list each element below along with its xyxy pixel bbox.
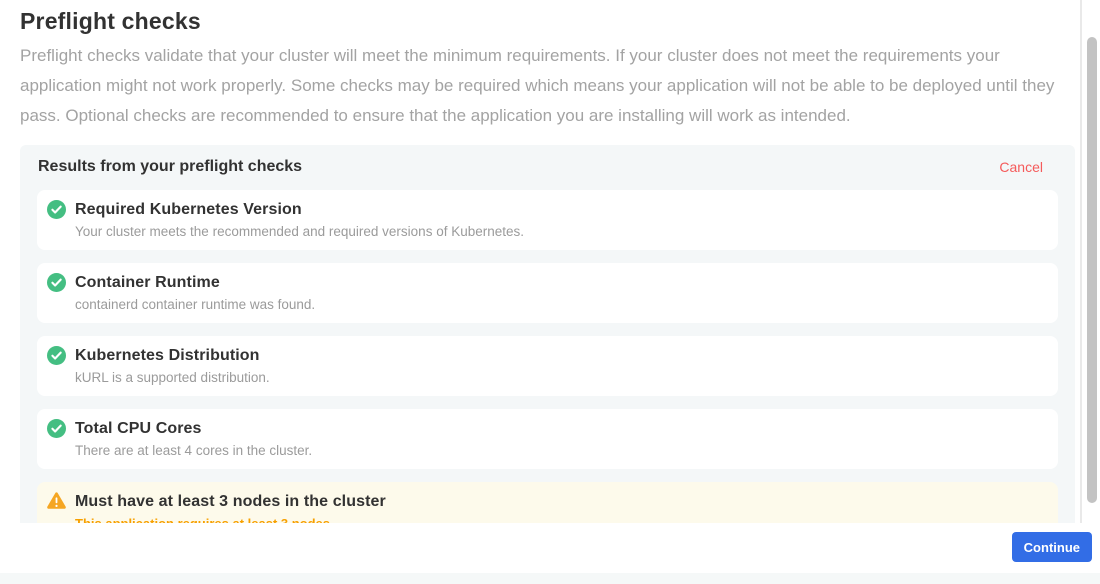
content-divider bbox=[1080, 0, 1082, 584]
check-title: Required Kubernetes Version bbox=[75, 199, 1048, 221]
preflight-checks-page: Preflight checks Preflight checks valida… bbox=[0, 0, 1100, 584]
page-title: Preflight checks bbox=[20, 6, 1066, 36]
warning-triangle-icon bbox=[47, 492, 66, 511]
cancel-link[interactable]: Cancel bbox=[999, 159, 1043, 175]
panel-title: Results from your preflight checks bbox=[38, 158, 302, 176]
check-message: Your cluster meets the recommended and r… bbox=[75, 223, 1048, 241]
check-title: Must have at least 3 nodes in the cluste… bbox=[75, 491, 1048, 513]
check-title: Kubernetes Distribution bbox=[75, 345, 1048, 367]
page-description: Preflight checks validate that your clus… bbox=[20, 41, 1066, 131]
footer-strip bbox=[0, 573, 1100, 584]
scrollbar-thumb[interactable] bbox=[1087, 37, 1097, 503]
preflight-check-row: Required Kubernetes Version Your cluster… bbox=[37, 190, 1058, 250]
page-header: Preflight checks Preflight checks valida… bbox=[20, 6, 1066, 131]
check-title: Total CPU Cores bbox=[75, 418, 1048, 440]
check-circle-icon bbox=[47, 200, 66, 219]
preflight-check-row: Total CPU Cores There are at least 4 cor… bbox=[37, 409, 1058, 469]
preflight-check-row: Container Runtime containerd container r… bbox=[37, 263, 1058, 323]
panel-header: Results from your preflight checks Cance… bbox=[37, 157, 1058, 177]
check-message: There are at least 4 cores in the cluste… bbox=[75, 442, 1048, 460]
continue-button[interactable]: Continue bbox=[1012, 532, 1092, 562]
preflight-check-row: Kubernetes Distribution kURL is a suppor… bbox=[37, 336, 1058, 396]
check-circle-icon bbox=[47, 273, 66, 292]
preflight-check-list: Required Kubernetes Version Your cluster… bbox=[37, 190, 1058, 542]
preflight-results-panel: Results from your preflight checks Cance… bbox=[20, 145, 1075, 559]
check-circle-icon bbox=[47, 419, 66, 438]
check-title: Container Runtime bbox=[75, 272, 1048, 294]
check-message: containerd container runtime was found. bbox=[75, 296, 1048, 314]
footer-bar: Continue bbox=[0, 523, 1100, 584]
check-circle-icon bbox=[47, 346, 66, 365]
check-message: kURL is a supported distribution. bbox=[75, 369, 1048, 387]
